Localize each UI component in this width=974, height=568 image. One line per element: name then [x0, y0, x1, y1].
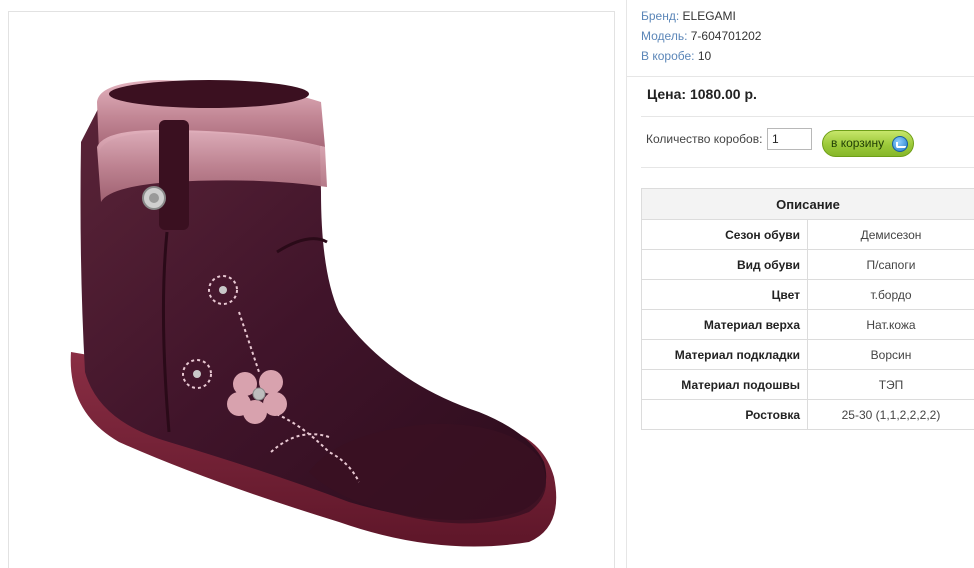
- add-to-cart-button[interactable]: в корзину: [822, 130, 914, 157]
- quantity-label: Количество коробов:: [646, 132, 763, 146]
- description-header: Описание: [641, 188, 974, 220]
- spec-key: Материал верха: [641, 309, 808, 340]
- product-info: Бренд: ELEGAMI Модель: 7-604701202 В кор…: [641, 6, 971, 66]
- table-row: Цвет т.бордо: [641, 279, 974, 310]
- spec-key: Ростовка: [641, 399, 808, 430]
- spec-value: ТЭП: [807, 369, 974, 400]
- model-value: 7-604701202: [690, 29, 762, 43]
- boot-image: [70, 80, 557, 547]
- brand-label[interactable]: Бренд:: [641, 9, 679, 23]
- cart-icon: [892, 136, 908, 152]
- spec-key: Цвет: [641, 279, 808, 310]
- box-label[interactable]: В коробе:: [641, 49, 695, 63]
- table-row: Ростовка 25-30 (1,1,2,2,2,2): [641, 399, 974, 430]
- model-row: Модель: 7-604701202: [641, 26, 971, 46]
- box-value: 10: [697, 49, 712, 63]
- brand-row: Бренд: ELEGAMI: [641, 6, 971, 26]
- brand-value: ELEGAMI: [682, 9, 736, 23]
- spec-value: т.бордо: [807, 279, 974, 310]
- spec-value: 25-30 (1,1,2,2,2,2): [807, 399, 974, 430]
- divider: [641, 167, 974, 168]
- spec-value: П/сапоги: [807, 249, 974, 280]
- spec-value: Нат.кожа: [807, 309, 974, 340]
- column-divider: [626, 0, 627, 568]
- spec-value: Демисезон: [807, 219, 974, 250]
- model-label[interactable]: Модель:: [641, 29, 687, 43]
- spec-key: Материал подошвы: [641, 369, 808, 400]
- spec-value: Ворсин: [807, 339, 974, 370]
- spec-key: Материал подкладки: [641, 339, 808, 370]
- box-row: В коробе: 10: [641, 46, 971, 66]
- table-row: Вид обуви П/сапоги: [641, 249, 974, 280]
- table-row: Материал верха Нат.кожа: [641, 309, 974, 340]
- table-row: Сезон обуви Демисезон: [641, 219, 974, 250]
- spec-key: Вид обуви: [641, 249, 808, 280]
- divider: [627, 76, 974, 77]
- product-image-panel[interactable]: [8, 11, 615, 568]
- quantity-input[interactable]: [767, 128, 812, 150]
- table-row: Материал подкладки Ворсин: [641, 339, 974, 370]
- description-table: Описание Сезон обуви Демисезон Вид обуви…: [641, 188, 974, 430]
- table-row: Материал подошвы ТЭП: [641, 369, 974, 400]
- add-to-cart-label: в корзину: [831, 136, 885, 150]
- spec-key: Сезон обуви: [641, 219, 808, 250]
- divider: [641, 116, 974, 117]
- price: Цена: 1080.00 р.: [647, 86, 757, 102]
